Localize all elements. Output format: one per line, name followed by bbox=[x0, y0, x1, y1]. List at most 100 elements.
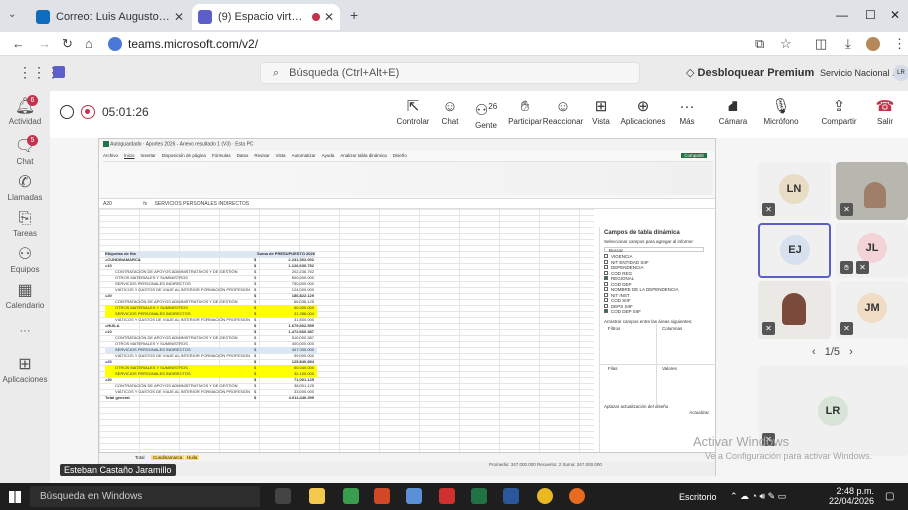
rail-label: Actividad bbox=[8, 117, 42, 126]
rail-calendar[interactable]: ▦ Calendario bbox=[0, 281, 50, 310]
app-icon[interactable] bbox=[406, 488, 422, 504]
excel-menu-item: Ayuda bbox=[321, 153, 335, 158]
desktop-label[interactable]: Escritorio bbox=[679, 492, 717, 502]
participant-tile-ln[interactable]: LN ✕ bbox=[758, 162, 831, 220]
forward-icon[interactable]: → bbox=[38, 36, 51, 51]
excel-menu-item: Disposición de página bbox=[161, 153, 206, 158]
sheet-tabs: Total Cundinamarca Huila bbox=[99, 452, 715, 462]
pdf-reader-icon[interactable] bbox=[439, 488, 455, 504]
teams-icon: ⚇ bbox=[17, 246, 33, 263]
mic-button[interactable]: 🎙︎ Micrófono bbox=[758, 97, 804, 126]
view-button[interactable]: ⊞ Vista bbox=[578, 97, 624, 126]
rail-tasks[interactable]: ⎘ Tareas bbox=[0, 209, 50, 238]
excel-icon[interactable] bbox=[471, 488, 487, 504]
sheet-tab-1: Cundinamarca bbox=[151, 455, 185, 460]
participant-video bbox=[864, 182, 886, 208]
outlook-icon bbox=[36, 10, 50, 24]
rail-calls[interactable]: ✆ Llamadas bbox=[0, 173, 50, 202]
chrome-icon[interactable] bbox=[537, 488, 553, 504]
firefox-icon[interactable] bbox=[569, 488, 585, 504]
tab-teams-title: (9) Espacio virtual semanal bbox=[218, 11, 308, 23]
avatar: LR bbox=[818, 396, 848, 426]
chat-badge: 5 bbox=[27, 135, 38, 146]
rail-activity[interactable]: 🔔︎ 6 Actividad bbox=[0, 95, 50, 126]
new-tab-button[interactable]: + bbox=[350, 7, 358, 23]
close-icon[interactable]: ✕ bbox=[320, 10, 334, 24]
home-icon[interactable]: ⌂ bbox=[85, 36, 93, 51]
reload-icon[interactable]: ↻ bbox=[62, 36, 73, 52]
view-icon: ⊞ bbox=[594, 98, 608, 115]
minimize-button[interactable]: — bbox=[836, 8, 848, 22]
install-app-icon[interactable]: ⧉ bbox=[755, 36, 764, 52]
notification-icon[interactable]: ▢ bbox=[885, 491, 894, 502]
extensions-icon[interactable]: ◫ bbox=[815, 36, 827, 52]
rail-chat[interactable]: 🗨︎ 5 Chat bbox=[0, 135, 50, 166]
browser-menu-icon[interactable]: ⋮ bbox=[893, 36, 906, 52]
rail-label: Equipos bbox=[10, 265, 40, 274]
bell-icon: 🔔︎ 6 bbox=[0, 95, 50, 117]
more-icon: ··· bbox=[679, 98, 695, 115]
more-button[interactable]: ··· Más bbox=[664, 97, 710, 126]
premium-button[interactable]: ◇ Desbloquear Premium bbox=[686, 66, 814, 79]
windows-taskbar: Búsqueda en Windows Escritorio ⌃ ☁ ◔ 🔊︎ … bbox=[0, 483, 908, 510]
camera-off-icon: ⛘ bbox=[727, 98, 739, 115]
participant-tile-video-1[interactable]: ✕ bbox=[836, 162, 908, 220]
rail-more[interactable]: ··· bbox=[0, 325, 50, 337]
url-field[interactable]: teams.microsoft.com/v2/ bbox=[128, 37, 258, 51]
site-info-icon[interactable] bbox=[108, 37, 122, 51]
downloads-icon[interactable]: ⤓ bbox=[845, 36, 851, 52]
close-window-button[interactable]: ✕ bbox=[890, 8, 900, 22]
rail-apps[interactable]: ⊞ Aplicaciones bbox=[0, 355, 50, 384]
word-icon[interactable] bbox=[503, 488, 519, 504]
tab-mail[interactable]: Correo: Luis Augusto Rodriguez ✕ bbox=[30, 4, 190, 30]
excel-menu-item: Archivo bbox=[103, 153, 119, 158]
green-app-icon[interactable] bbox=[343, 488, 359, 504]
pivot-field-label: VIGENCIA bbox=[611, 254, 633, 259]
excel-menu-item: Datos bbox=[236, 153, 249, 158]
apps-button[interactable]: ⊕ Aplicaciones bbox=[620, 97, 666, 126]
powerpoint-icon[interactable] bbox=[374, 488, 390, 504]
diamond-icon: ◇ bbox=[686, 67, 698, 79]
clock-date: 22/04/2026 bbox=[828, 496, 874, 506]
org-name[interactable]: Servicio Nacional ... bbox=[820, 68, 900, 78]
participant-pager[interactable]: ‹ 1/5 › bbox=[812, 346, 853, 358]
participant-tile-ej[interactable]: EJ bbox=[758, 223, 831, 278]
participant-tile-video-2[interactable]: ✕ bbox=[758, 281, 831, 339]
checkbox-icon bbox=[604, 303, 608, 308]
checkbox-icon bbox=[604, 309, 608, 313]
excel-menu-item: Revisar bbox=[254, 153, 270, 158]
task-view-icon[interactable] bbox=[275, 488, 291, 504]
participant-tile-jl[interactable]: JL ✋︎ ✕ bbox=[836, 223, 908, 278]
taskbar-search[interactable]: Búsqueda en Windows bbox=[30, 486, 260, 507]
back-icon[interactable]: ← bbox=[12, 36, 25, 51]
taskbar-clock[interactable]: 2:48 p.m. 22/04/2026 bbox=[829, 486, 874, 506]
system-tray-icons[interactable]: ⌃ ☁ ◔ 🔊︎ ✎ ▭ bbox=[730, 491, 786, 502]
user-avatar[interactable]: LR bbox=[893, 65, 908, 81]
tab-teams[interactable]: (9) Espacio virtual semanal ✕ bbox=[192, 4, 340, 30]
apps-icon: ⊞ bbox=[18, 356, 32, 373]
chevron-right-icon: › bbox=[849, 346, 853, 358]
pivot-field-label: COD DEP bbox=[611, 281, 632, 287]
search-input[interactable]: ⌕ Búsqueda (Ctrl+Alt+E) bbox=[260, 62, 640, 84]
status-summary: Promedio: 347.000.000 Recuento: 2 Suma: … bbox=[489, 462, 602, 467]
profile-avatar[interactable] bbox=[866, 37, 880, 51]
favorite-star-icon[interactable]: ☆ bbox=[780, 36, 792, 52]
leave-button[interactable]: ☎ Salir bbox=[862, 97, 908, 126]
share-button[interactable]: ⇪ Compartir bbox=[816, 97, 862, 126]
file-explorer-icon[interactable] bbox=[309, 488, 325, 504]
excel-title: Autoguardado · Aportes 2026 - Anexo resu… bbox=[110, 141, 254, 148]
close-icon[interactable]: ✕ bbox=[170, 10, 184, 24]
rail-teams[interactable]: ⚇ Equipos bbox=[0, 245, 50, 274]
more-options-button[interactable]: ··· bbox=[800, 65, 812, 79]
meeting-timer: 05:01:26 bbox=[102, 105, 149, 119]
windows-start-icon[interactable] bbox=[9, 491, 21, 503]
tab-search-icon[interactable]: ⌄ bbox=[8, 9, 16, 20]
excel-menu: Archivo Inicio Insertar Disposición de pági… bbox=[103, 153, 413, 158]
maximize-button[interactable]: ☐ bbox=[865, 8, 876, 22]
avatar: JL bbox=[857, 233, 887, 263]
sheet-tab-2: Huila bbox=[185, 455, 200, 460]
participant-tile-jm[interactable]: JM ✕ bbox=[836, 281, 908, 339]
mic-off-icon: 🎙︎ bbox=[771, 98, 791, 115]
camera-button[interactable]: ⛘ Cámara bbox=[710, 97, 756, 126]
checkbox-icon bbox=[604, 287, 608, 291]
